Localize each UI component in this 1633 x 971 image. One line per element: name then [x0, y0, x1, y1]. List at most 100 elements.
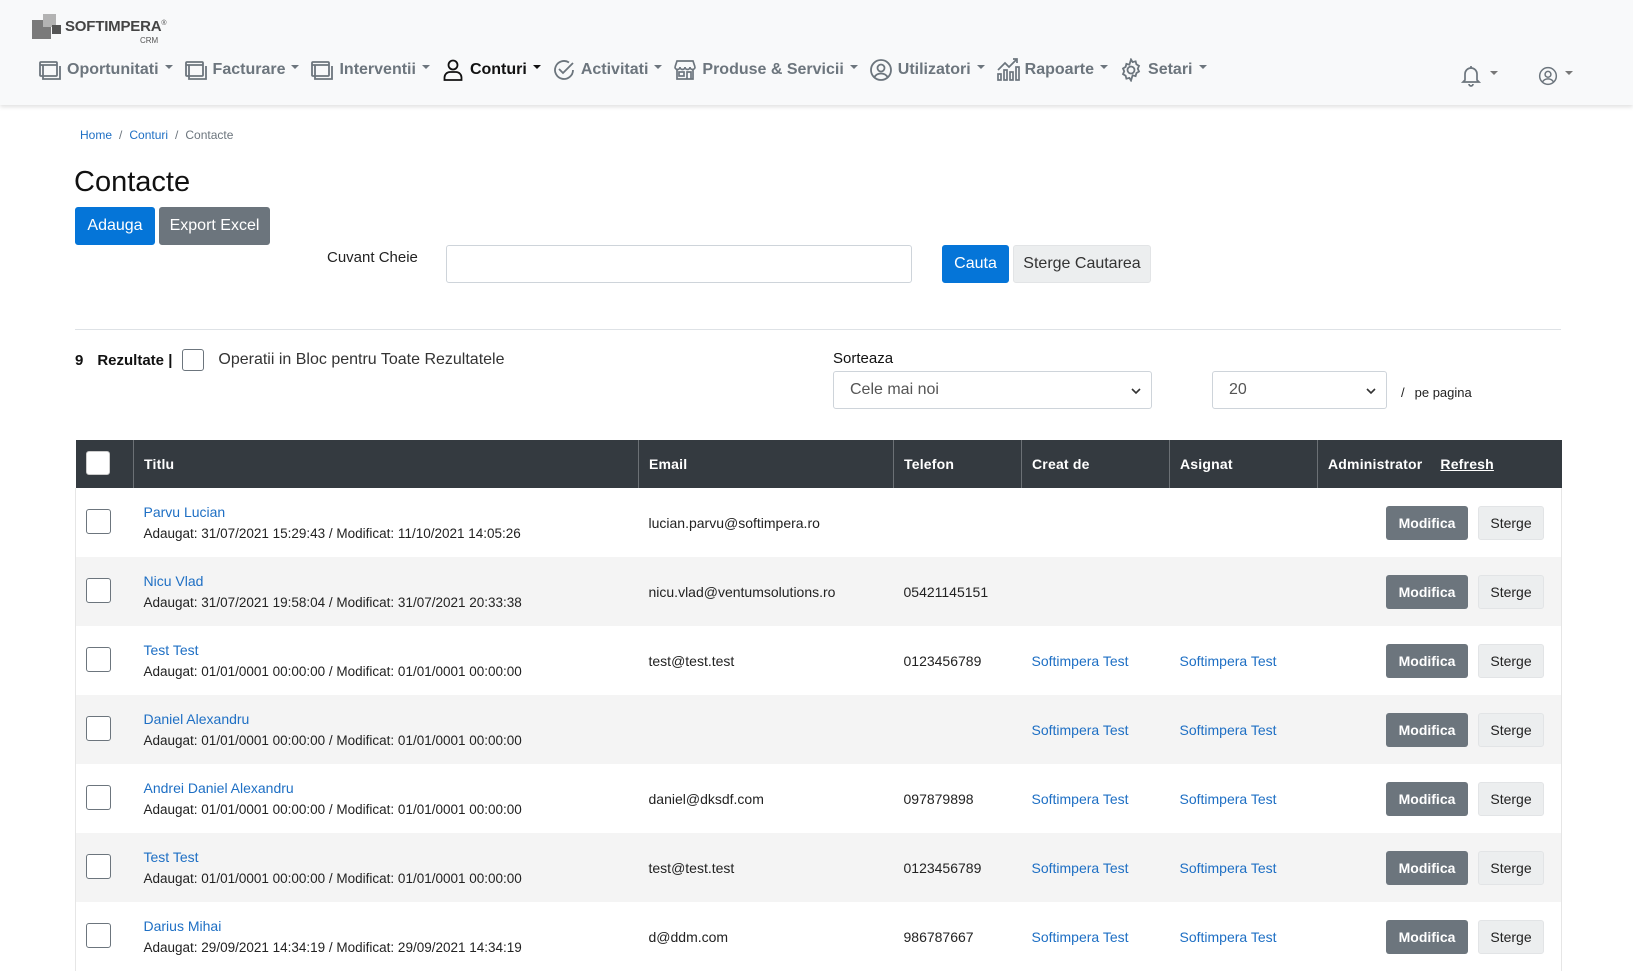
phone-cell — [894, 695, 1022, 764]
edit-button[interactable]: Modifica — [1386, 643, 1468, 678]
actions-cell: Modifica Sterge — [1318, 695, 1562, 764]
contact-name-link[interactable]: Andrei Daniel Alexandru — [144, 780, 629, 796]
delete-button[interactable]: Sterge — [1478, 505, 1544, 540]
bulk-operations-checkbox[interactable] — [182, 349, 205, 371]
row-select-cell — [76, 557, 134, 626]
assigned-cell — [1170, 488, 1318, 557]
phone-cell: 986787667 — [903, 928, 974, 945]
row-select-cell — [76, 764, 134, 833]
contact-name-link[interactable]: Parvu Lucian — [144, 504, 629, 520]
row-checkbox[interactable] — [86, 784, 111, 810]
nav-setari[interactable]: Setari — [1119, 58, 1207, 82]
row-checkbox[interactable] — [86, 715, 111, 741]
assigned-link[interactable]: Softimpera Test — [1180, 791, 1277, 807]
refresh-link[interactable]: Refresh — [1440, 456, 1494, 472]
delete-button[interactable]: Sterge — [1478, 643, 1544, 678]
contact-name-link[interactable]: Test Test — [144, 849, 629, 865]
delete-button[interactable]: Sterge — [1478, 919, 1544, 954]
caret-down-icon — [976, 65, 985, 69]
edit-button[interactable]: Modifica — [1386, 574, 1468, 609]
nav-label: Setari — [1148, 61, 1193, 78]
delete-button[interactable]: Sterge — [1478, 850, 1544, 885]
breadcrumb-home[interactable]: Home — [80, 128, 112, 142]
created-by-link[interactable]: Softimpera Test — [1032, 929, 1129, 945]
contact-name-link[interactable]: Nicu Vlad — [144, 573, 629, 589]
clear-search-button[interactable]: Sterge Cautarea — [1013, 245, 1151, 283]
edit-button[interactable]: Modifica — [1386, 919, 1468, 954]
header-title[interactable]: Titlu — [133, 440, 639, 488]
edit-button[interactable]: Modifica — [1386, 505, 1468, 540]
page-title: Contacte — [74, 166, 191, 198]
row-checkbox[interactable] — [86, 577, 111, 603]
nav-facturare[interactable]: Facturare — [184, 58, 300, 82]
title-cell: Andrei Daniel Alexandru Adaugat: 01/01/00… — [134, 764, 639, 833]
nav-activitati[interactable]: Activitati — [552, 58, 663, 82]
edit-button[interactable]: Modifica — [1386, 712, 1468, 747]
account-dropdown[interactable] — [1538, 66, 1573, 86]
row-checkbox[interactable] — [86, 508, 111, 534]
export-excel-button[interactable]: Export Excel — [159, 207, 270, 245]
delete-button[interactable]: Sterge — [1478, 712, 1544, 747]
notifications-dropdown[interactable] — [1459, 64, 1498, 88]
delete-button[interactable]: Sterge — [1478, 781, 1544, 816]
softimpera-logo[interactable]: SOFTIMPERA® CRM — [32, 14, 172, 46]
assigned-link[interactable]: Softimpera Test — [1180, 653, 1277, 669]
sort-label: Sorteaza — [833, 350, 894, 367]
keyword-input[interactable] — [446, 245, 912, 283]
nav-conturi[interactable]: Conturi — [441, 58, 541, 82]
row-checkbox[interactable] — [86, 853, 111, 879]
header-created-by[interactable]: Creat de — [1021, 440, 1170, 488]
edit-button[interactable]: Modifica — [1386, 850, 1468, 885]
email-cell: test@test.test — [648, 859, 735, 876]
contact-name-link[interactable]: Daniel Alexandru — [144, 711, 629, 727]
table-row: Nicu Vlad Adaugat: 31/07/2021 19:58:04 / … — [75, 557, 1562, 626]
sort-select[interactable]: Cele mai noi — [833, 371, 1152, 409]
add-button[interactable]: Adauga — [75, 207, 155, 245]
select-all-checkbox[interactable] — [85, 450, 110, 475]
nav-interventii[interactable]: Interventii — [310, 58, 430, 82]
assigned-link[interactable]: Softimpera Test — [1180, 860, 1277, 876]
row-actions: Modifica Sterge — [1328, 643, 1552, 678]
search-button[interactable]: Cauta — [942, 245, 1009, 283]
bulk-operations-label: Operatii in Bloc pentru Toate Rezultatel… — [218, 351, 505, 368]
breadcrumb-separator: / — [175, 128, 179, 142]
header-phone[interactable]: Telefon — [893, 440, 1022, 488]
actions-cell: Modifica Sterge — [1318, 626, 1562, 695]
assigned-link[interactable]: Softimpera Test — [1180, 722, 1277, 738]
nav-rapoarte[interactable]: Rapoarte — [996, 58, 1109, 82]
nav-oportunitati[interactable]: Oportunitati — [38, 58, 173, 82]
created-by-link[interactable]: Softimpera Test — [1032, 653, 1129, 669]
created-by-link[interactable]: Softimpera Test — [1032, 722, 1129, 738]
caret-down-icon — [1198, 65, 1207, 69]
assigned-link[interactable]: Softimpera Test — [1180, 929, 1277, 945]
phone-cell: 0123456789 — [903, 652, 982, 669]
shop-icon — [674, 60, 697, 80]
contact-name-link[interactable]: Darius Mihai — [144, 918, 629, 934]
contact-name-link[interactable]: Test Test — [144, 642, 629, 658]
per-page-select[interactable]: 20 — [1212, 371, 1387, 409]
chevron-down-icon — [1131, 388, 1141, 395]
table-row: Test Test Adaugat: 01/01/0001 00:00:00 / … — [75, 626, 1562, 695]
created-by-cell — [1022, 557, 1170, 626]
created-by-link[interactable]: Softimpera Test — [1032, 791, 1129, 807]
nav-produse-servicii[interactable]: Produse & Servicii — [673, 58, 858, 82]
contact-dates: Adaugat: 31/07/2021 15:29:43 / Modificat… — [143, 526, 521, 541]
header-assigned[interactable]: Asignat — [1169, 440, 1318, 488]
delete-button[interactable]: Sterge — [1478, 574, 1544, 609]
breadcrumb-conturi[interactable]: Conturi — [129, 128, 168, 142]
row-checkbox[interactable] — [86, 922, 111, 948]
caret-down-icon — [291, 65, 300, 69]
user-circle-icon — [869, 59, 892, 81]
created-by-cell: Softimpera Test — [1022, 833, 1170, 902]
header-email[interactable]: Email — [638, 440, 894, 488]
sort-selected-value: Cele mai noi — [850, 381, 939, 398]
edit-button[interactable]: Modifica — [1386, 781, 1468, 816]
row-select-cell — [76, 626, 134, 695]
caret-down-icon — [1490, 71, 1498, 75]
nav-utilizatori[interactable]: Utilizatori — [869, 58, 985, 82]
row-checkbox[interactable] — [86, 646, 111, 672]
contact-dates: Adaugat: 01/01/0001 00:00:00 / Modificat… — [143, 664, 522, 679]
created-by-link[interactable]: Softimpera Test — [1032, 860, 1129, 876]
nav-label: Interventii — [339, 61, 416, 78]
title-cell: Test Test Adaugat: 01/01/0001 00:00:00 / … — [134, 833, 639, 902]
